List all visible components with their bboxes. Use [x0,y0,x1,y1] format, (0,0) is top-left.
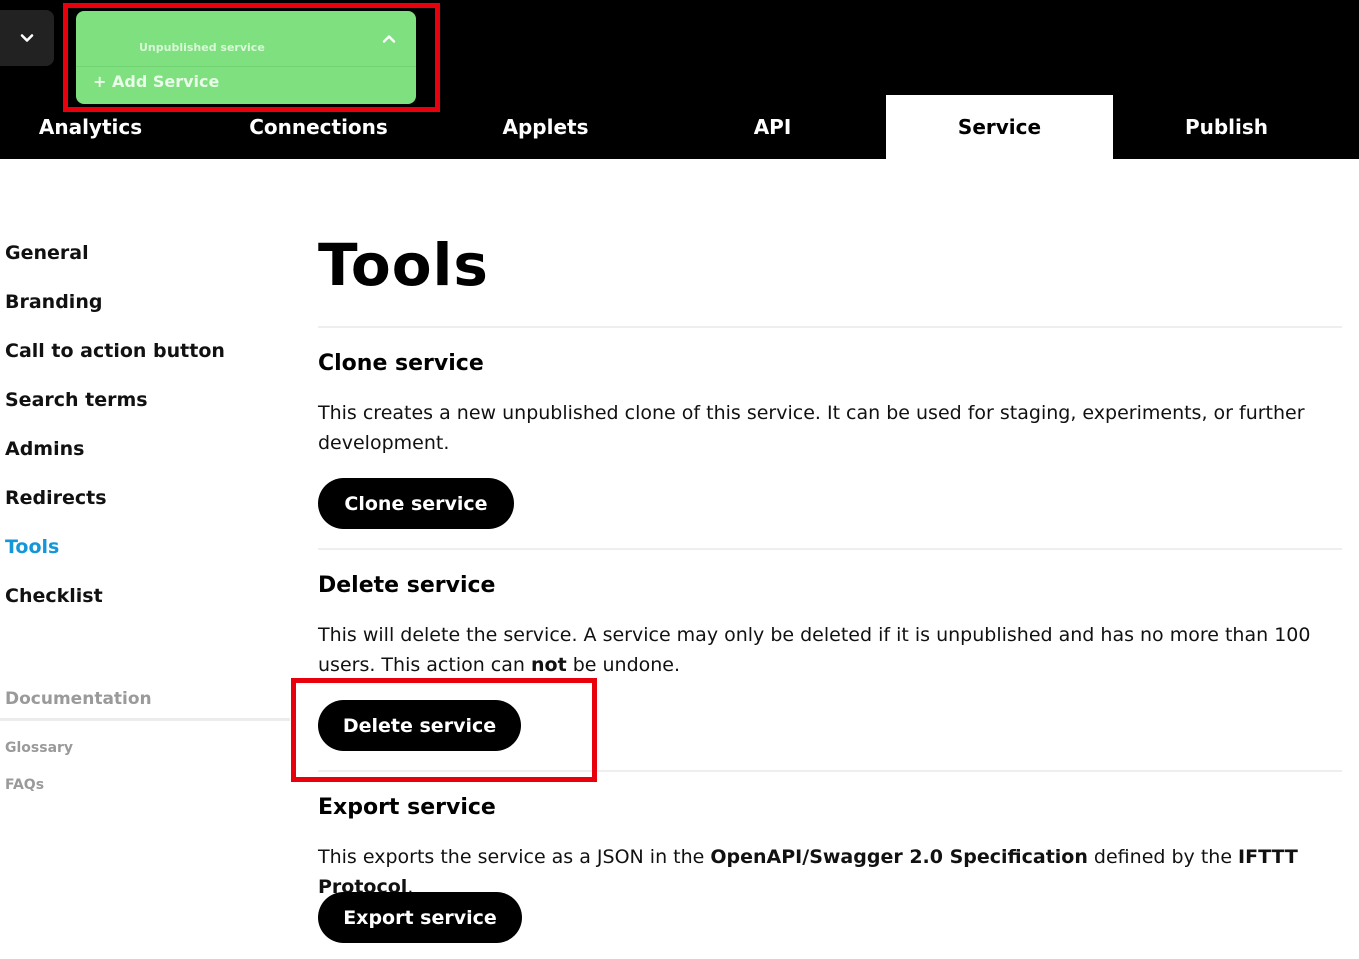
main-content: Tools Clone service This creates a new u… [318,159,1342,959]
chevron-down-icon [20,34,34,42]
export-section-title: Export service [318,795,496,820]
sidebar-item-general[interactable]: General [5,242,89,264]
clone-section-title: Clone service [318,351,484,376]
page-title: Tools [318,231,489,299]
openapi-spec-text: OpenAPI/Swagger 2.0 Specification [710,846,1088,868]
delete-section-title: Delete service [318,573,496,598]
collapse-menu-button[interactable] [0,10,54,66]
clone-service-button[interactable]: Clone service [318,478,514,529]
tab-applets[interactable]: Applets [432,95,659,159]
delete-description-text: This will delete the service. A service … [318,624,1311,676]
delete-description: This will delete the service. A service … [318,620,1338,680]
tab-api[interactable]: API [659,95,886,159]
sidebar-item-search-terms[interactable]: Search terms [5,389,148,411]
sidebar-item-checklist[interactable]: Checklist [5,585,103,607]
tab-publish[interactable]: Publish [1113,95,1340,159]
main-tabs: Analytics Connections Applets API Servic… [0,95,1359,159]
clone-description: This creates a new unpublished clone of … [318,402,1305,454]
section-divider [318,770,1342,772]
sidebar-item-call-to-action-button[interactable]: Call to action button [5,340,225,362]
faqs-link[interactable]: FAQs [5,777,44,793]
export-service-button[interactable]: Export service [318,892,522,943]
sidebar-nav: General Branding Call to action button S… [0,159,290,959]
service-switcher-toggle[interactable]: Unpublished service [76,11,416,66]
tab-analytics[interactable]: Analytics [0,95,181,159]
glossary-link[interactable]: Glossary [5,740,73,756]
delete-description-end: be undone. [566,654,681,676]
documentation-divider [0,718,290,721]
tab-service[interactable]: Service [886,95,1113,159]
current-service-name: Unpublished service [139,41,265,54]
service-switcher: Unpublished service + Add Service [76,11,416,104]
tab-connections[interactable]: Connections [205,95,432,159]
export-description-mid: defined by the [1087,846,1239,868]
top-header: Unpublished service + Add Service Analyt… [0,0,1359,159]
documentation-heading: Documentation [5,689,152,709]
sidebar-item-redirects[interactable]: Redirects [5,487,107,509]
switcher-divider [76,66,416,67]
sidebar-item-admins[interactable]: Admins [5,438,84,460]
delete-service-button[interactable]: Delete service [318,700,521,751]
section-divider [318,326,1342,328]
export-description-text: This exports the service as a JSON in th… [318,846,711,868]
add-service-link[interactable]: + Add Service [93,72,219,91]
delete-description-emphasis: not [530,654,567,676]
sidebar-item-tools[interactable]: Tools [5,536,59,558]
section-divider [318,548,1342,550]
sidebar-item-branding[interactable]: Branding [5,291,102,313]
chevron-up-icon [382,35,396,43]
